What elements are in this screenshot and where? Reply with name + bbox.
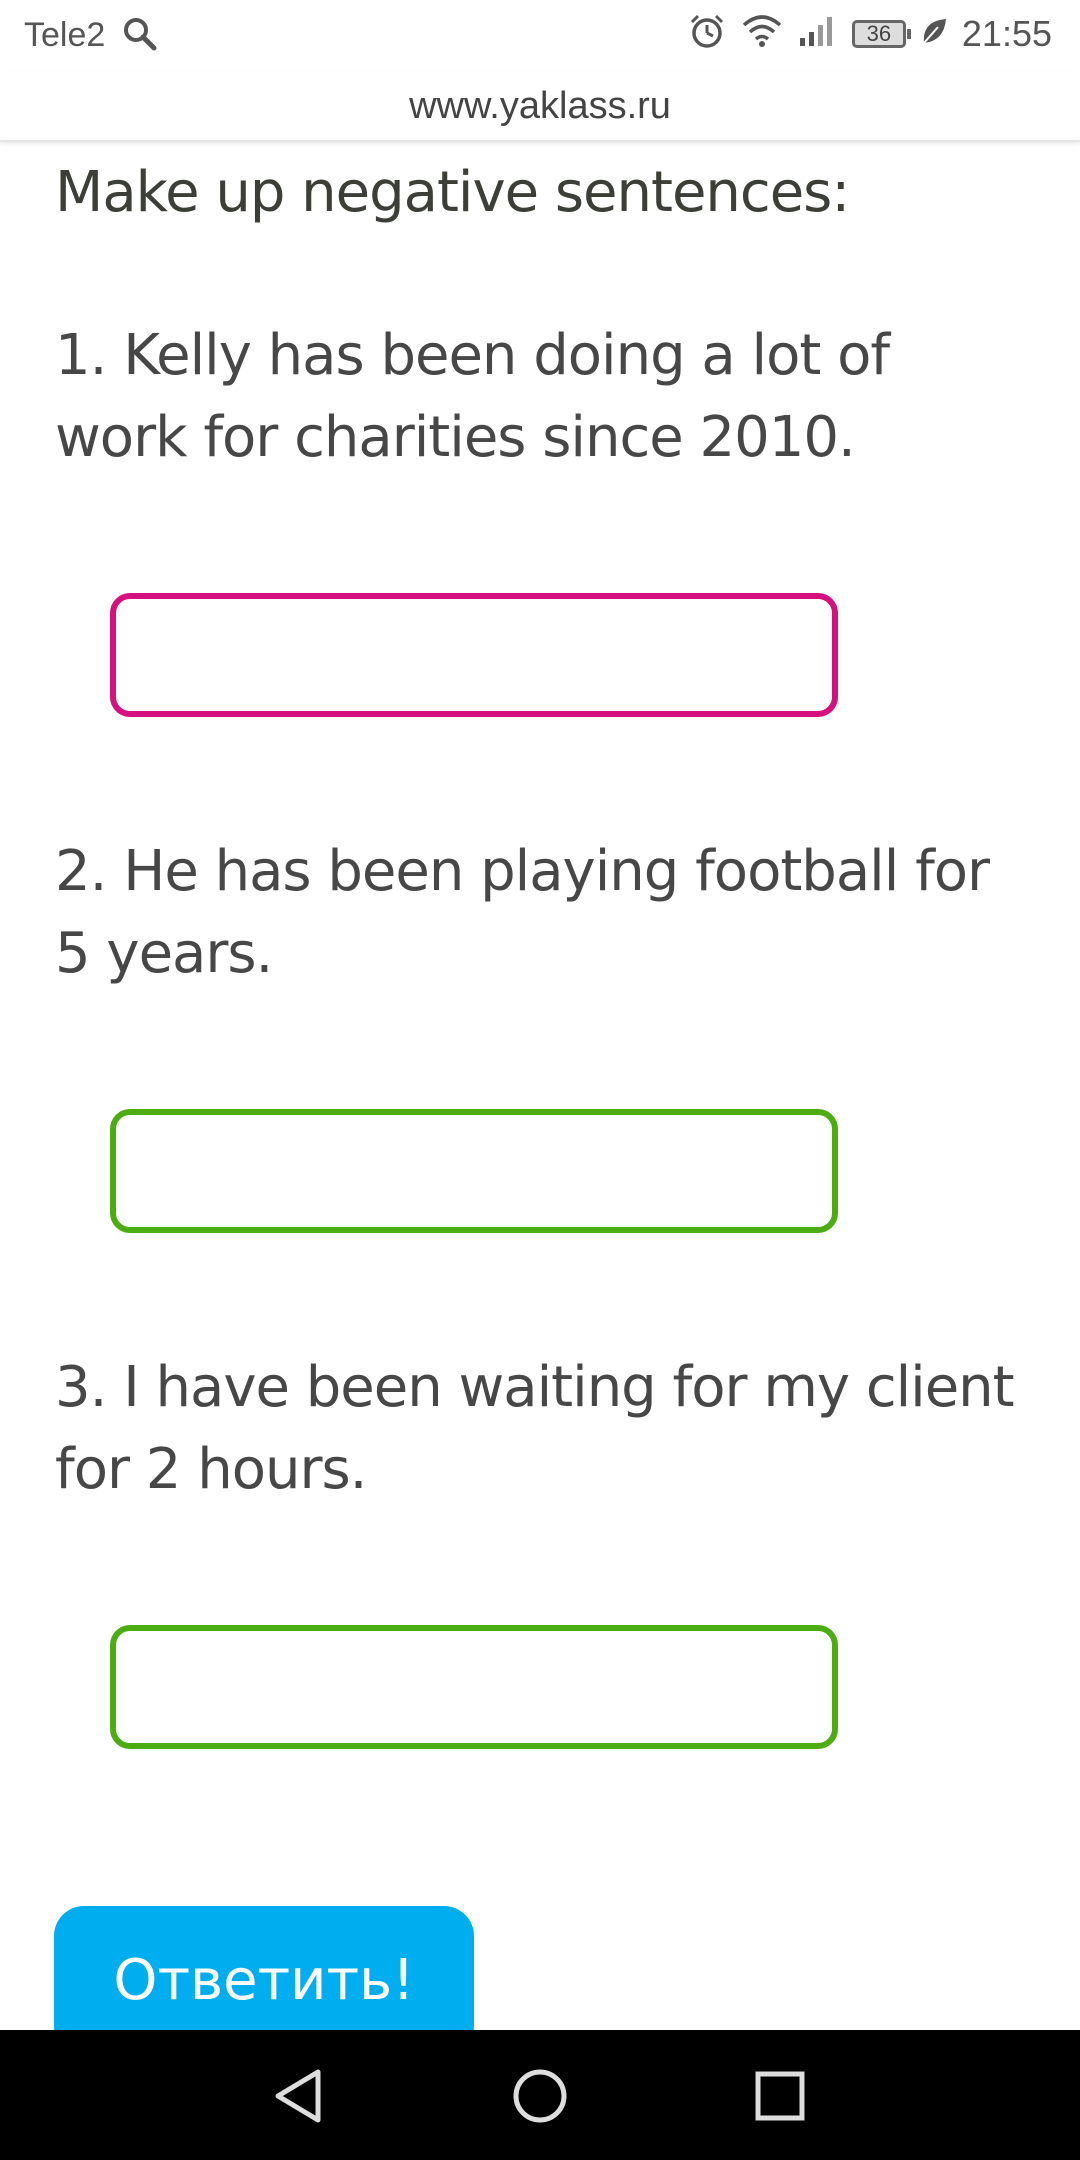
answer-input-2[interactable] (110, 1109, 838, 1233)
alarm-icon (688, 12, 726, 55)
status-bar: Tele2 36 21:55 (0, 0, 1080, 72)
status-icons: 36 21:55 (688, 12, 1052, 55)
url-bar[interactable]: www.yaklass.ru (0, 72, 1080, 142)
answer-input-3[interactable] (110, 1625, 838, 1749)
question-3-text: 3. I have been waiting for my client for… (55, 1355, 1015, 1502)
question-1-text: 1. Kelly has been doing a lot of work fo… (55, 323, 890, 470)
search-icon (122, 16, 158, 57)
question-2-text: 2. He has been playing football for 5 ye… (55, 839, 990, 986)
navigation-bar (0, 2030, 1080, 2160)
url-text: www.yaklass.ru (409, 85, 671, 127)
leaf-icon (920, 15, 948, 52)
exercise-heading: Make up negative sentences: (55, 160, 850, 225)
answer-input-1[interactable] (110, 593, 838, 717)
battery-icon: 36 (851, 19, 911, 48)
recents-icon[interactable] (748, 2064, 812, 2128)
signal-icon (798, 14, 838, 53)
clock: 21:55 (961, 12, 1052, 54)
back-icon[interactable] (268, 2064, 332, 2128)
home-icon[interactable] (508, 2064, 572, 2128)
wifi-icon (740, 13, 784, 54)
carrier-name: Tele2 (24, 16, 106, 54)
